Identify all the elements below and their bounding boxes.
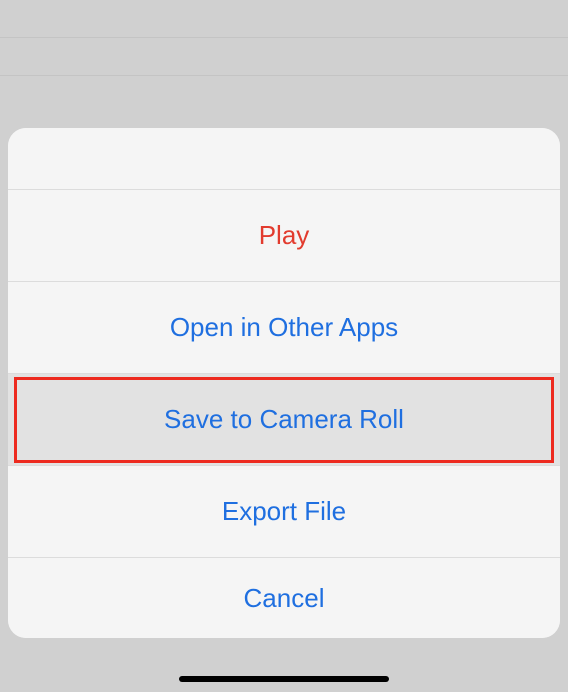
cancel-label: Cancel (244, 583, 325, 614)
save-to-camera-roll-button[interactable]: Save to Camera Roll (8, 374, 560, 466)
action-sheet: Play Open in Other Apps Save to Camera R… (8, 128, 560, 638)
background-row (0, 0, 568, 38)
background-list (0, 0, 568, 76)
action-label: Export File (222, 496, 346, 527)
cancel-button[interactable]: Cancel (8, 558, 560, 638)
action-label: Open in Other Apps (170, 312, 398, 343)
home-indicator (179, 676, 389, 682)
play-button[interactable]: Play (8, 190, 560, 282)
action-label: Save to Camera Roll (164, 404, 404, 435)
open-in-other-apps-button[interactable]: Open in Other Apps (8, 282, 560, 374)
background-row (0, 38, 568, 76)
action-sheet-header (8, 128, 560, 190)
action-label: Play (259, 220, 310, 251)
export-file-button[interactable]: Export File (8, 466, 560, 558)
